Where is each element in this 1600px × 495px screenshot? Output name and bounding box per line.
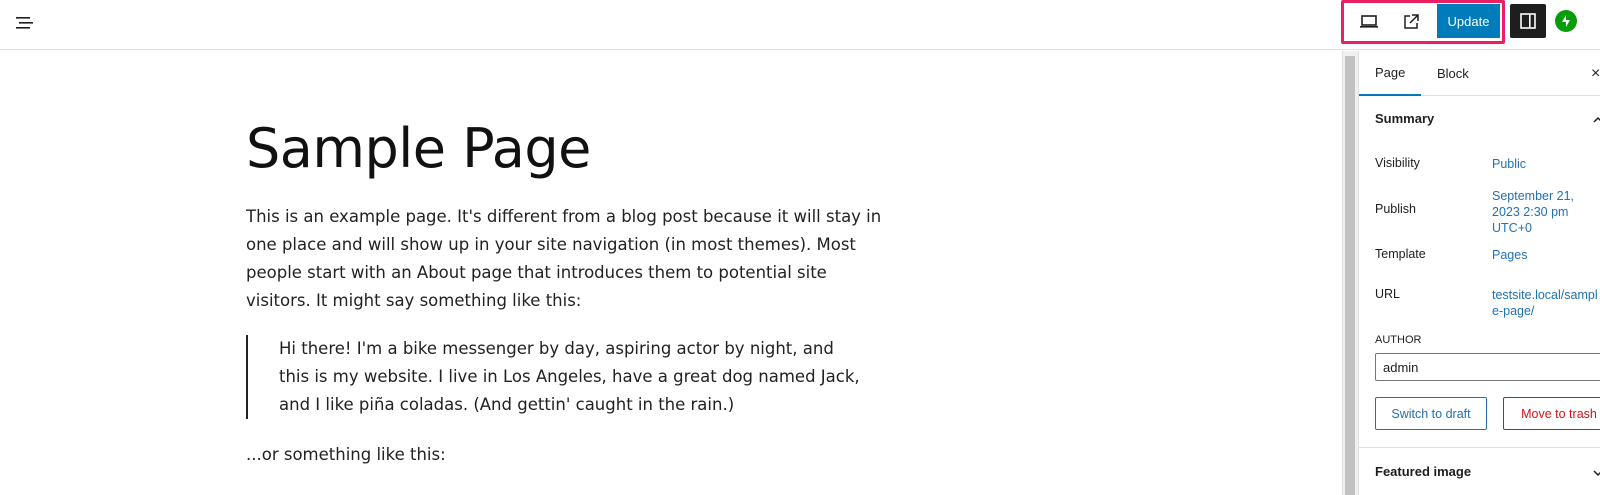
publish-label: Publish (1375, 202, 1416, 216)
tab-block[interactable]: Block (1425, 51, 1481, 96)
sidebar-tabs: Page Block × (1359, 51, 1600, 96)
author-select[interactable]: admin (1375, 353, 1600, 381)
url-value[interactable]: testsite.local/sample-page/ (1492, 287, 1600, 319)
editor-canvas: Sample Page This is an example page. It'… (0, 51, 1342, 495)
paragraph-block[interactable]: This is an example page. It's different … (246, 203, 886, 315)
chevron-down-icon[interactable] (1593, 466, 1600, 480)
quote-block[interactable]: Hi there! I'm a bike messenger by day, a… (246, 335, 866, 419)
external-view-icon[interactable] (1398, 10, 1424, 34)
url-label: URL (1375, 287, 1401, 301)
desktop-preview-icon[interactable] (1356, 10, 1382, 34)
editor-header: Update (0, 0, 1600, 50)
page-title[interactable]: Sample Page (246, 117, 591, 180)
paragraph-block-2[interactable]: ...or something like this: (246, 441, 446, 469)
chevron-up-icon[interactable] (1593, 113, 1600, 127)
switch-to-draft-button[interactable]: Switch to draft (1375, 397, 1487, 430)
close-icon[interactable]: × (1591, 65, 1600, 83)
update-button[interactable]: Update (1437, 4, 1500, 38)
move-to-trash-button[interactable]: Move to trash (1503, 397, 1600, 430)
document-overview-icon[interactable] (14, 12, 36, 34)
divider (1359, 447, 1600, 448)
publish-value[interactable]: September 21, 2023 2:30 pm UTC+0 (1492, 188, 1587, 236)
scrollbar-thumb[interactable] (1345, 56, 1355, 495)
template-label: Template (1375, 247, 1426, 261)
summary-title[interactable]: Summary (1375, 111, 1434, 126)
visibility-label: Visibility (1375, 156, 1420, 170)
template-value[interactable]: Pages (1492, 247, 1527, 263)
settings-sidebar-icon[interactable] (1510, 4, 1546, 38)
tab-page[interactable]: Page (1359, 51, 1422, 96)
author-label: AUTHOR (1375, 334, 1422, 346)
settings-sidebar: Page Block × Summary Visibility Public P… (1358, 51, 1600, 495)
featured-image-title[interactable]: Featured image (1375, 464, 1471, 479)
jetpack-icon[interactable] (1555, 10, 1577, 32)
visibility-value[interactable]: Public (1492, 156, 1526, 172)
